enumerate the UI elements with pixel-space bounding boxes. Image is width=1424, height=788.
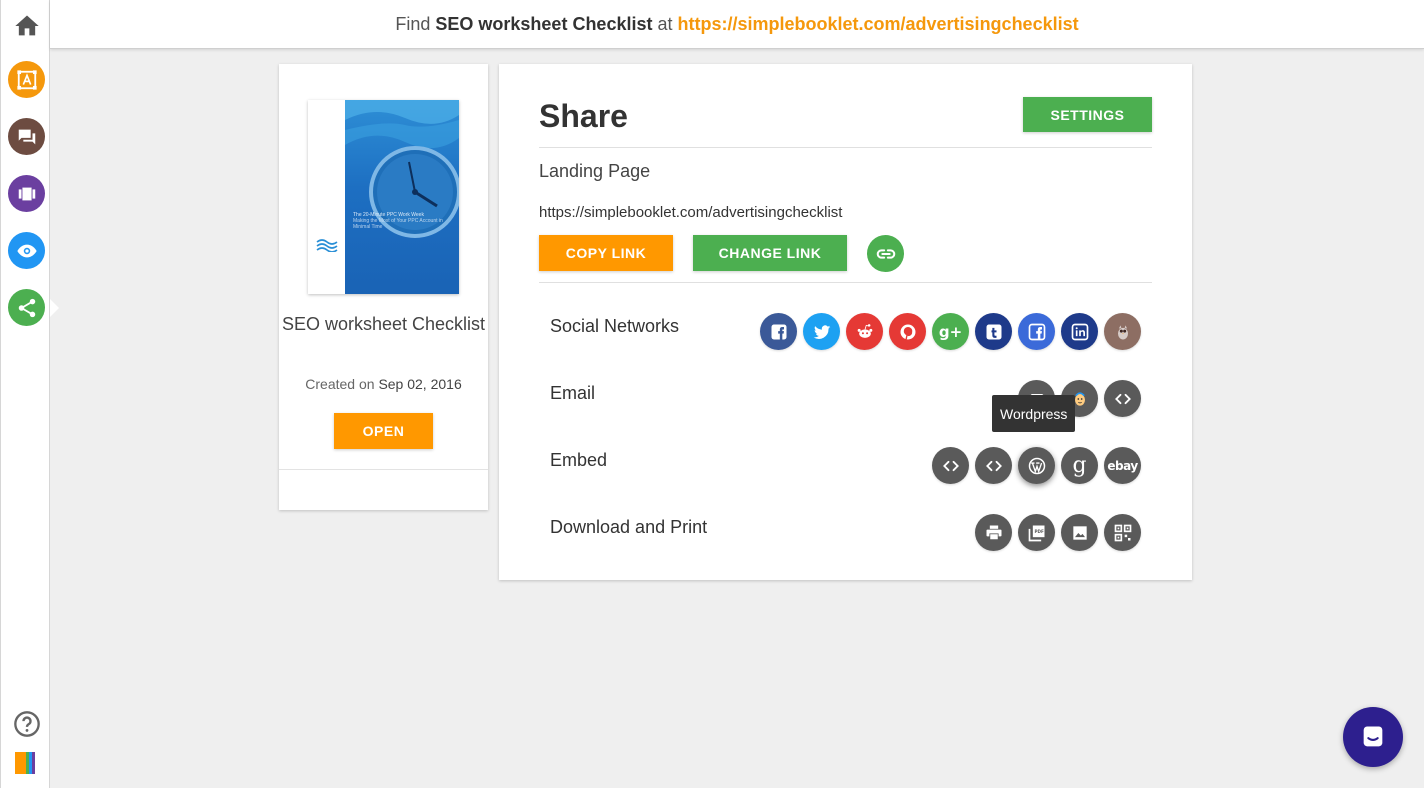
hootsuite-icon[interactable] — [1104, 313, 1141, 350]
settings-button[interactable]: SETTINGS — [1023, 97, 1152, 132]
twitter-icon[interactable] — [803, 313, 840, 350]
change-link-button[interactable]: CHANGE LINK — [693, 235, 847, 271]
tumblr-icon[interactable] — [975, 313, 1012, 350]
created-date: Sep 02, 2016 — [378, 376, 462, 392]
simplebooklet-logo — [15, 752, 37, 774]
embed-code-alt-icon[interactable] — [975, 447, 1012, 484]
embed-code-icon[interactable] — [932, 447, 969, 484]
embed-label: Embed — [550, 450, 608, 470]
wordpress-tooltip: Wordpress — [992, 395, 1076, 432]
top-banner: Find SEO worksheet Checklist at https://… — [50, 0, 1424, 49]
pdf-icon[interactable]: PDF — [1018, 514, 1055, 551]
social-networks-label: Social Networks — [550, 316, 680, 336]
open-button[interactable]: OPEN — [334, 413, 433, 449]
embed-icons: g ebay — [932, 447, 1141, 484]
print-icon[interactable] — [975, 514, 1012, 551]
share-panel: Share SETTINGS Landing Page https://simp… — [499, 64, 1192, 580]
share-title: Share — [539, 98, 628, 134]
divider — [539, 282, 1152, 283]
divider — [539, 147, 1152, 148]
cover-strip — [308, 100, 345, 294]
image-icon[interactable] — [1061, 514, 1098, 551]
ebay-icon[interactable]: ebay — [1104, 447, 1141, 484]
card-divider — [279, 469, 488, 470]
pinterest-icon[interactable] — [889, 313, 926, 350]
home-icon[interactable] — [8, 7, 45, 44]
cover-art: The 20-Minute PPC Work Week Making the M… — [345, 100, 459, 294]
design-icon[interactable] — [8, 61, 45, 98]
booklet-card: The 20-Minute PPC Work Week Making the M… — [279, 64, 488, 510]
facebook-icon[interactable] — [760, 313, 797, 350]
cover-title: The 20-Minute PPC Work Week Making the M… — [353, 212, 443, 230]
banner-middle: at — [657, 13, 673, 34]
created-info: Created on Sep 02, 2016 — [279, 376, 488, 392]
banner-url-link[interactable]: https://simplebooklet.com/advertisingche… — [678, 14, 1079, 35]
email-label: Email — [550, 383, 596, 403]
eye-icon[interactable] — [8, 232, 45, 269]
facebook-page-icon[interactable] — [1018, 313, 1055, 350]
share-icon[interactable] — [8, 289, 45, 326]
google-sites-icon[interactable]: g — [1061, 447, 1098, 484]
pages-icon[interactable] — [8, 175, 45, 212]
comments-icon[interactable] — [8, 118, 45, 155]
download-print-label: Download and Print — [550, 517, 708, 537]
banner-prefix: Find — [395, 13, 431, 34]
landing-page-label: Landing Page — [539, 161, 651, 181]
chat-widget-button[interactable] — [1343, 707, 1403, 767]
wordpress-icon[interactable] — [1018, 447, 1055, 484]
left-sidebar — [0, 0, 59, 788]
copy-link-button[interactable]: COPY LINK — [539, 235, 673, 271]
download-icons: PDF — [975, 514, 1141, 551]
email-embed-code-icon[interactable] — [1104, 380, 1141, 417]
created-label: Created on — [305, 376, 375, 392]
help-icon[interactable] — [8, 705, 45, 742]
link-icon[interactable] — [867, 235, 904, 272]
cover-logo — [316, 239, 338, 252]
linkedin-icon[interactable] — [1061, 313, 1098, 350]
landing-page-url: https://simplebooklet.com/advertisingche… — [539, 204, 843, 221]
qr-code-icon[interactable] — [1104, 514, 1141, 551]
booklet-title: SEO worksheet Checklist — [281, 314, 486, 334]
google-plus-icon[interactable]: g+ — [932, 313, 969, 350]
social-icons: g+ — [760, 313, 1141, 350]
svg-text:PDF: PDF — [1034, 529, 1043, 534]
chat-icon — [1363, 726, 1383, 747]
active-indicator — [50, 299, 59, 317]
booklet-cover[interactable]: The 20-Minute PPC Work Week Making the M… — [308, 100, 459, 294]
reddit-icon[interactable] — [846, 313, 883, 350]
banner-title: SEO worksheet Checklist — [435, 13, 653, 34]
